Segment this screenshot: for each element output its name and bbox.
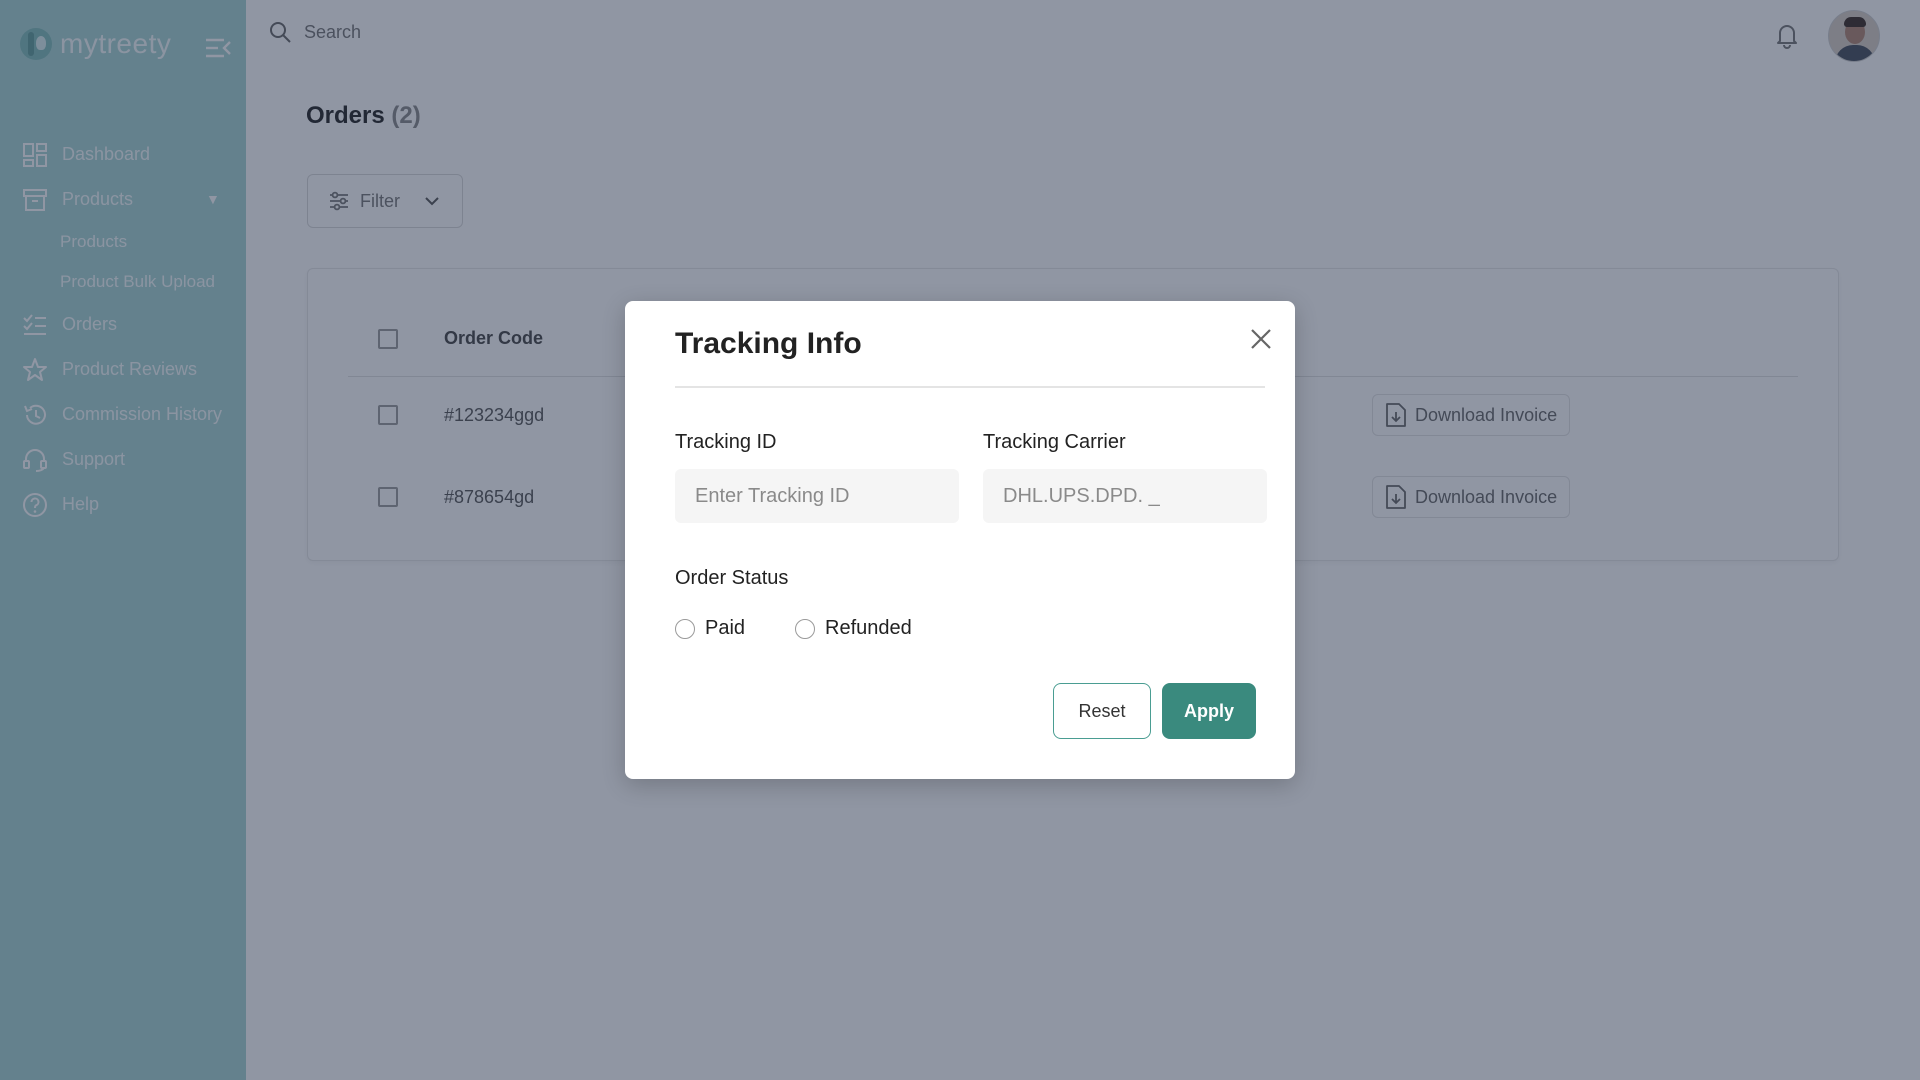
apply-button[interactable]: Apply <box>1162 683 1256 739</box>
order-status-radio-group: Paid Refunded <box>675 617 962 640</box>
close-icon[interactable] <box>1247 325 1275 353</box>
tracking-info-modal: Tracking Info Tracking ID Tracking Carri… <box>625 301 1295 779</box>
tracking-carrier-label: Tracking Carrier <box>983 431 1126 453</box>
radio-button[interactable] <box>675 618 695 639</box>
radio-paid[interactable]: Paid <box>675 617 745 640</box>
radio-button[interactable] <box>795 618 816 639</box>
radio-refunded[interactable]: Refunded <box>795 617 912 640</box>
tracking-id-label: Tracking ID <box>675 431 777 453</box>
order-status-label: Order Status <box>675 567 789 589</box>
radio-label: Refunded <box>825 617 912 639</box>
tracking-carrier-input[interactable] <box>983 469 1267 523</box>
tracking-id-input[interactable] <box>675 469 959 523</box>
modal-divider <box>675 386 1265 388</box>
modal-title: Tracking Info <box>675 327 862 360</box>
reset-button[interactable]: Reset <box>1053 683 1151 739</box>
radio-label: Paid <box>705 617 746 639</box>
